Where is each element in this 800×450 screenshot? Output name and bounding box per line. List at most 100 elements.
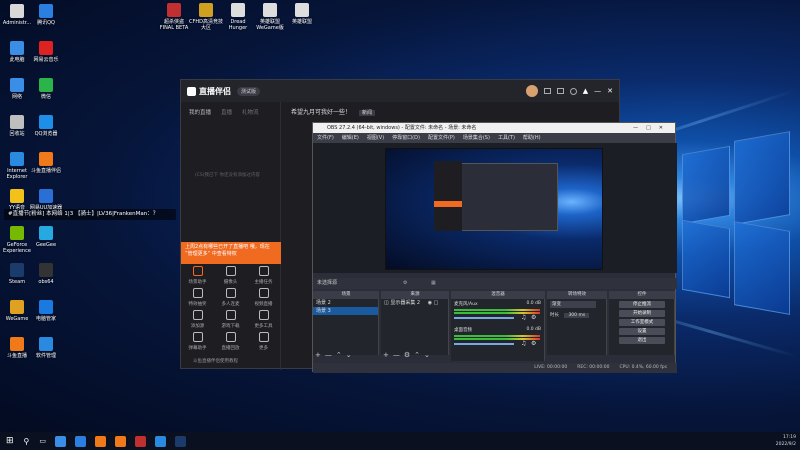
- tutorial-link[interactable]: 斗鱼直播伴侣使用教程: [193, 358, 238, 364]
- remove-scene-button[interactable]: —: [325, 351, 336, 359]
- scene-item[interactable]: 场景 2: [313, 299, 378, 307]
- tool-button[interactable]: 弹幕助手: [181, 332, 214, 351]
- tab-my-live[interactable]: 我的直播: [189, 108, 211, 116]
- taskbar-app-icon[interactable]: [75, 435, 87, 447]
- transition-select[interactable]: 渐变: [550, 301, 596, 308]
- tool-button[interactable]: 添加源: [181, 310, 214, 329]
- source-up-button[interactable]: ⌃: [414, 351, 424, 359]
- obs-menu-item[interactable]: 工具(T): [498, 133, 515, 143]
- move-up-button[interactable]: ⌃: [336, 351, 346, 359]
- tool-button[interactable]: 更多: [247, 332, 280, 351]
- obs-window-controls: —□✕: [633, 123, 671, 133]
- volume-slider[interactable]: [454, 317, 514, 319]
- gift-icon[interactable]: [556, 88, 564, 94]
- lock-icon[interactable]: □: [434, 300, 439, 306]
- desktop-icon[interactable]: 腾讯QQ: [29, 4, 63, 26]
- taskbar-app-icon[interactable]: [175, 435, 187, 447]
- obs-menu-item[interactable]: 视图(V): [367, 133, 384, 143]
- obs-minimize-button[interactable]: —: [633, 125, 646, 131]
- source-settings-gear-icon[interactable]: ⚙: [404, 351, 414, 359]
- promo-banner[interactable]: 上周2点有哪些已开了直播吧 哦，现在 ”管理更多“ 中查看特权: [181, 242, 281, 264]
- close-button[interactable]: ✕: [607, 87, 613, 95]
- add-scene-button[interactable]: +: [315, 351, 325, 359]
- visibility-eye-icon[interactable]: ◉: [428, 300, 432, 306]
- settings-icon[interactable]: [569, 87, 577, 95]
- announcement-text: 希望九月可我好一些！: [291, 109, 352, 116]
- tool-button[interactable]: 特效抽奖: [181, 288, 214, 307]
- desktop-icon[interactable]: 微信: [29, 78, 63, 100]
- clock-time[interactable]: 17:19: [776, 434, 796, 441]
- desktop-icon[interactable]: 英雄联盟: [285, 3, 319, 25]
- taskbar-app-icon[interactable]: [55, 435, 67, 447]
- desktop-icon[interactable]: QQ浏览器: [29, 115, 63, 137]
- obs-menu-item[interactable]: 编辑(E): [342, 133, 359, 143]
- exit-button[interactable]: 退出: [619, 337, 665, 344]
- desktop-icon[interactable]: 软件管理: [29, 337, 63, 359]
- tab-gift[interactable]: 礼物流: [242, 108, 259, 116]
- tool-icon: [192, 332, 203, 342]
- tab-live[interactable]: 直播: [221, 108, 232, 116]
- level-meter: [454, 309, 540, 311]
- obs-menu-item[interactable]: 场景集合(S): [463, 133, 490, 143]
- tool-button[interactable]: 游戏下载: [214, 310, 247, 329]
- start-windows-icon[interactable]: ⊞: [6, 436, 14, 446]
- clock-date[interactable]: 2022/9/2: [776, 441, 796, 448]
- mail-icon[interactable]: [543, 88, 551, 94]
- taskbar-app-icon[interactable]: [155, 435, 167, 447]
- bell-icon[interactable]: ▲: [583, 87, 588, 95]
- speaker-icon[interactable]: ♫: [521, 340, 526, 347]
- announcement-tag[interactable]: 新闻: [358, 110, 375, 116]
- start-recording-button[interactable]: 开始录制: [619, 310, 665, 317]
- filters-icon[interactable]: ▦: [431, 278, 436, 289]
- desktop-icon[interactable]: 英雄联盟 WeGame版: [253, 3, 287, 31]
- channel-gear-icon[interactable]: ⚙: [531, 314, 536, 321]
- obs-window[interactable]: OBS 27.2.4 (64-bit, windows) - 配置文件: 未命名…: [312, 122, 677, 373]
- task-view-icon[interactable]: ▭: [39, 437, 46, 445]
- channel-gear-icon[interactable]: ⚙: [531, 340, 536, 347]
- source-down-button[interactable]: ⌄: [424, 351, 434, 359]
- tool-button[interactable]: 多人连麦: [214, 288, 247, 307]
- obs-menu-item[interactable]: 文件(F): [317, 133, 334, 143]
- desktop-icon[interactable]: GeeGee: [29, 226, 63, 248]
- scene-item-selected[interactable]: 场景 3: [313, 307, 378, 315]
- tool-button[interactable]: 视频直播: [247, 288, 280, 307]
- move-down-button[interactable]: ⌄: [346, 351, 356, 359]
- studio-mode-button[interactable]: 工作室模式: [619, 319, 665, 326]
- settings-button[interactable]: 设置: [619, 328, 665, 335]
- desktop-icon[interactable]: Dread Hunger: [221, 3, 255, 31]
- speaker-icon[interactable]: ♫: [521, 314, 526, 321]
- add-source-button[interactable]: +: [383, 351, 393, 359]
- tool-button[interactable]: 摄像头: [214, 266, 247, 285]
- source-item[interactable]: ◫ 显示器采集 2 ◉ □: [381, 299, 448, 307]
- taskbar-app-icon[interactable]: [115, 435, 127, 447]
- desktop-icon[interactable]: CFHD高清竞技大区: [189, 3, 223, 31]
- tool-label: 多人连麦: [221, 302, 240, 307]
- minimize-button[interactable]: —: [594, 87, 601, 95]
- taskbar-app-icon[interactable]: [135, 435, 147, 447]
- desktop-icon[interactable]: 网易UU加速器: [29, 189, 63, 211]
- properties-gear-icon[interactable]: ⚙: [403, 278, 407, 289]
- obs-menu-item[interactable]: 帮助(H): [523, 133, 541, 143]
- desktop-icon[interactable]: obs64: [29, 263, 63, 285]
- obs-menu-item[interactable]: 配置文件(P): [428, 133, 455, 143]
- search-icon[interactable]: ⚲: [24, 437, 30, 446]
- duration-input[interactable]: 300 ms: [564, 313, 590, 318]
- obs-maximize-button[interactable]: □: [646, 125, 659, 131]
- tool-button[interactable]: 直播回放: [214, 332, 247, 351]
- tool-button[interactable]: 主播任务: [247, 266, 280, 285]
- remove-source-button[interactable]: —: [393, 351, 404, 359]
- tool-button[interactable]: 场景助手: [181, 266, 214, 285]
- taskbar-app-icon[interactable]: [95, 435, 107, 447]
- tool-icon: [258, 310, 269, 320]
- desktop-icon[interactable]: 斗鱼直播伴侣: [29, 152, 63, 174]
- avatar[interactable]: [525, 85, 538, 97]
- obs-close-button[interactable]: ✕: [659, 125, 671, 131]
- stop-streaming-button[interactable]: 停止推流: [619, 301, 665, 308]
- desktop-icon[interactable]: 超杀侠盗 FINAL BETA: [157, 3, 191, 31]
- volume-slider[interactable]: [454, 343, 514, 345]
- obs-menu-item[interactable]: 停靠窗口(D): [392, 133, 420, 143]
- desktop-icon[interactable]: 电脑管家: [29, 300, 63, 322]
- tool-button[interactable]: 更多工具: [247, 310, 280, 329]
- obs-preview-canvas[interactable]: [385, 148, 603, 270]
- desktop-icon[interactable]: 网易云音乐: [29, 41, 63, 63]
